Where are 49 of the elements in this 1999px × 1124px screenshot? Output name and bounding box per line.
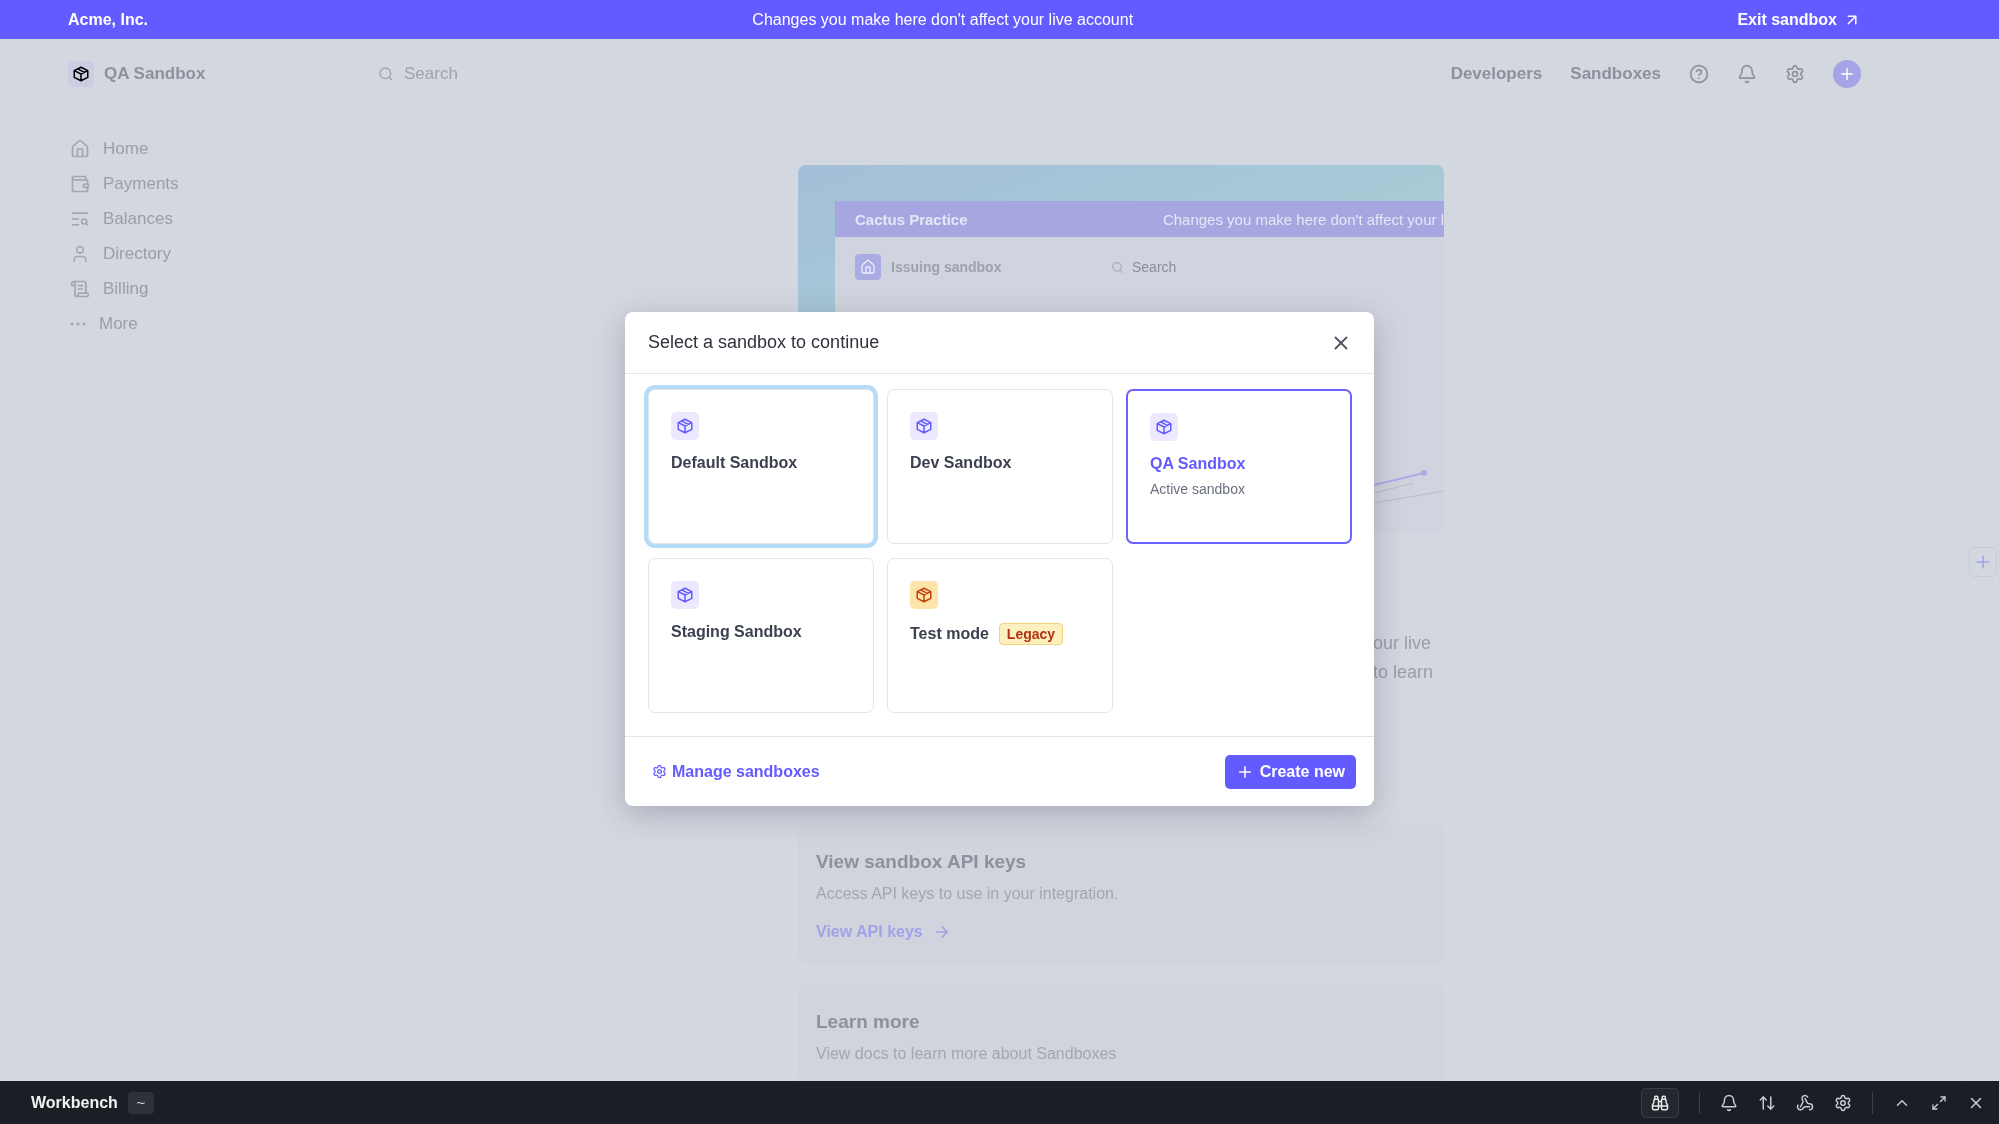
settings-icon xyxy=(652,764,667,779)
arrows-up-down-icon[interactable] xyxy=(1758,1093,1776,1112)
sandbox-name: Default Sandbox xyxy=(671,454,798,472)
card-title: View sandbox API keys xyxy=(816,851,1028,873)
cube-drawing xyxy=(915,586,933,604)
webhook-icon[interactable] xyxy=(1796,1093,1814,1112)
preview-account: Cactus Practice xyxy=(855,210,968,228)
wallet-icon xyxy=(70,174,90,194)
sandbox-name: Staging Sandbox xyxy=(671,623,802,641)
card-title: Learn more xyxy=(816,1011,921,1033)
sandbox-name: QA Sandbox xyxy=(1150,455,1246,473)
settings-icon[interactable] xyxy=(1834,1093,1852,1112)
account-name: Acme, Inc. xyxy=(68,10,149,29)
hero-text: our live xyxy=(1373,633,1433,654)
sandbox-name: Test mode xyxy=(910,625,989,643)
dialog-title: Select a sandbox to continue xyxy=(648,332,880,353)
list-icon xyxy=(70,209,90,229)
binoculars-button[interactable] xyxy=(1641,1087,1679,1118)
person-icon xyxy=(70,244,90,264)
sandbox-status: Active sandbox xyxy=(1150,481,1245,497)
exit-sandbox-link[interactable]: Exit sandbox xyxy=(1737,10,1861,29)
plus-icon xyxy=(1838,65,1856,83)
binoculars-icon xyxy=(1651,1093,1669,1112)
legacy-badge: Legacy xyxy=(998,623,1064,645)
house-icon xyxy=(70,139,90,159)
sandbox-option[interactable]: Dev Sandbox xyxy=(887,389,1113,544)
search-icon xyxy=(1111,260,1124,274)
toggle-button[interactable]: ~ xyxy=(127,1091,154,1114)
preview-message: Changes you make here don't affect your l xyxy=(1162,210,1444,228)
workspace-name: QA Sandbox xyxy=(104,64,206,84)
create-new-button[interactable]: Create new xyxy=(1224,754,1356,789)
manage-sandboxes-link[interactable]: Manage sandboxes xyxy=(652,762,820,781)
expand-icon[interactable] xyxy=(1931,1094,1947,1111)
receipt-icon xyxy=(70,279,90,299)
sandbox-option[interactable]: QA Sandbox Active sandbox xyxy=(1126,389,1352,544)
sandbox-option[interactable]: Test mode Legacy xyxy=(887,558,1113,713)
bell-icon[interactable] xyxy=(1720,1093,1738,1112)
more-icon xyxy=(70,322,86,326)
banner-message: Changes you make here don't affect your live account xyxy=(752,10,1134,29)
search-icon xyxy=(378,66,394,82)
cube-drawing xyxy=(915,417,933,435)
cube-drawing xyxy=(676,417,694,435)
preview-search-field[interactable]: Search xyxy=(1130,258,1210,276)
sandbox-option[interactable]: Staging Sandbox xyxy=(648,558,874,713)
cube-drawing xyxy=(1155,418,1173,436)
workbench-title: Workbench xyxy=(31,1093,118,1112)
house-icon xyxy=(855,254,881,280)
cube-drawing xyxy=(676,586,694,604)
sandbox-name: Dev Sandbox xyxy=(910,454,1012,472)
